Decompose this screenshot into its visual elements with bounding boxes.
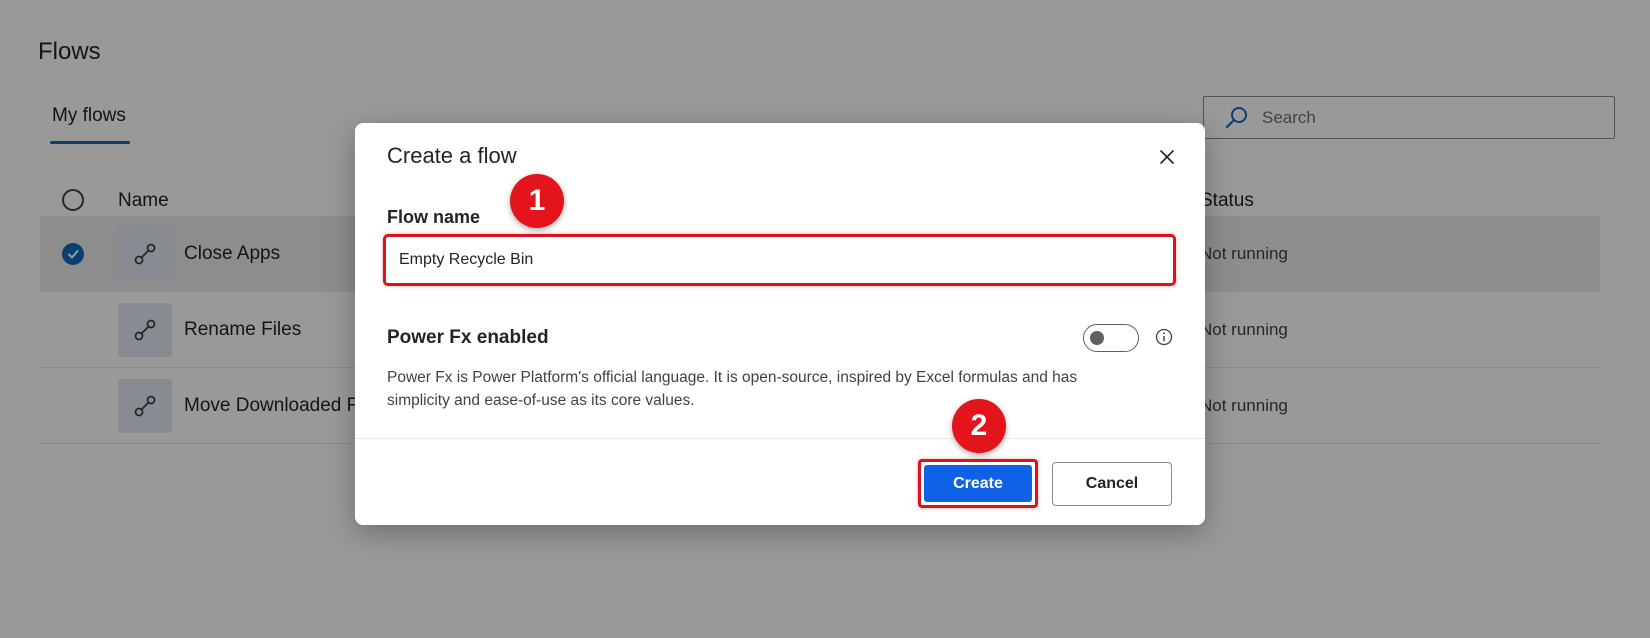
flow-name-label: Flow name (387, 207, 481, 227)
step-badge-1: 1 (510, 174, 564, 228)
create-button[interactable]: Create (924, 465, 1032, 502)
create-flow-dialog: Create a flow Flow name Power Fx enabled… (355, 123, 1205, 525)
toggle-knob (1090, 331, 1104, 345)
cancel-button[interactable]: Cancel (1052, 462, 1172, 506)
dialog-title: Create a flow (387, 143, 517, 168)
power-fx-description: Power Fx is Power Platform's official la… (387, 369, 1078, 409)
step-badge-2: 2 (952, 399, 1006, 453)
close-button[interactable] (1151, 141, 1183, 173)
close-icon (1160, 150, 1174, 164)
power-fx-label: Power Fx enabled (387, 327, 549, 348)
flow-name-highlight (383, 234, 1176, 286)
power-fx-toggle[interactable] (1083, 324, 1139, 352)
dialog-divider (355, 438, 1205, 439)
create-button-highlight: Create (918, 459, 1038, 508)
flow-name-input[interactable] (391, 242, 1168, 278)
info-button[interactable] (1155, 328, 1173, 346)
info-icon (1155, 328, 1173, 346)
